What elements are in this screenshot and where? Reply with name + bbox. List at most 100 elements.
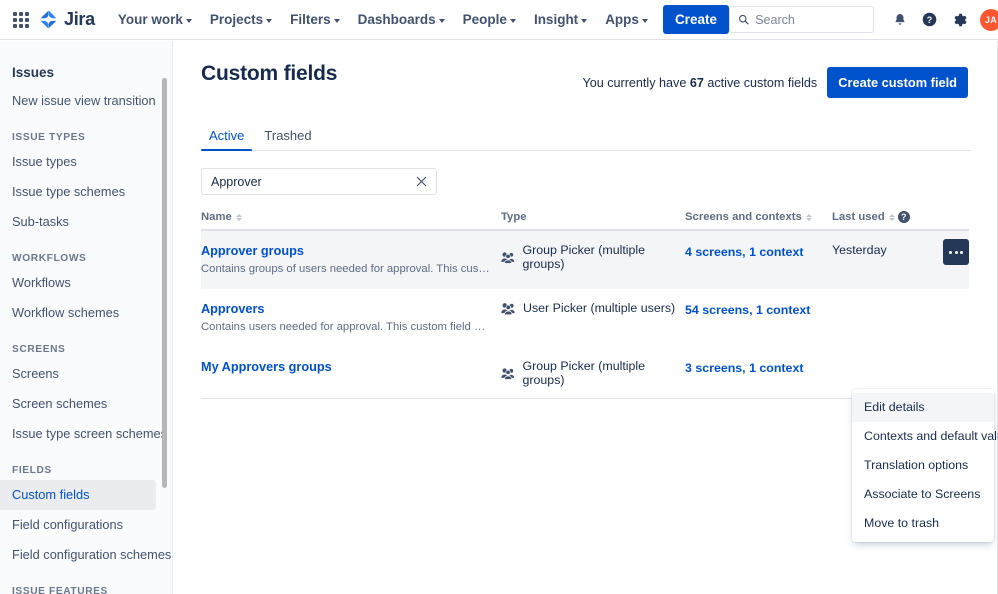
custom-field-link[interactable]: Approvers bbox=[201, 301, 264, 317]
sidebar-section-issue-types: ISSUE TYPES bbox=[12, 132, 86, 143]
chevron-down-icon bbox=[438, 18, 445, 23]
nav-item-filters[interactable]: Filters bbox=[281, 6, 349, 33]
nav-item-apps[interactable]: Apps bbox=[596, 6, 657, 33]
jira-home-link[interactable]: Jira bbox=[38, 9, 95, 30]
tab-active[interactable]: Active bbox=[201, 122, 253, 151]
group-picker-icon bbox=[501, 367, 515, 380]
sidebar-item-sub-tasks[interactable]: Sub-tasks bbox=[0, 207, 172, 237]
settings-button[interactable] bbox=[946, 6, 974, 34]
custom-fields-table: Name Type Screens and contexts Last used… bbox=[201, 211, 998, 542]
nav-label: Dashboards bbox=[357, 12, 436, 27]
app-switcher-button[interactable] bbox=[13, 6, 29, 34]
cell-name: Approvers Contains users needed for appr… bbox=[201, 300, 501, 335]
close-icon bbox=[416, 176, 426, 187]
top-navigation-bar: Jira Your work Projects Filters Dashboar… bbox=[0, 0, 998, 40]
notifications-icon bbox=[895, 13, 905, 25]
cell-last-used: Yesterday bbox=[832, 243, 887, 257]
type-label: Group Picker (multiple groups) bbox=[522, 359, 646, 387]
sidebar-section-workflows: WORKFLOWS bbox=[12, 253, 87, 264]
nav-item-dashboards[interactable]: Dashboards bbox=[349, 6, 454, 33]
column-header-screens-and-contexts[interactable]: Screens and contexts bbox=[685, 211, 832, 223]
chevron-down-icon bbox=[581, 18, 588, 23]
sidebar-item-field-configurations[interactable]: Field configurations bbox=[0, 510, 172, 540]
menu-item-associate-to-screens[interactable]: Associate to Screens bbox=[852, 480, 994, 509]
chevron-down-icon bbox=[641, 18, 648, 23]
custom-field-link[interactable]: Approver groups bbox=[201, 243, 304, 259]
sidebar-item-issue-type-schemes[interactable]: Issue type schemes bbox=[0, 177, 172, 207]
sidebar-item-issue-type-screen-schemes[interactable]: Issue type screen schemes bbox=[0, 419, 172, 449]
sidebar-item-workflows[interactable]: Workflows bbox=[0, 268, 172, 298]
sidebar-item-screens[interactable]: Screens bbox=[0, 359, 172, 389]
sidebar-scrollbar[interactable] bbox=[162, 78, 167, 488]
column-label: Last used bbox=[832, 211, 885, 223]
active-fields-count: You currently have 67 active custom fiel… bbox=[582, 76, 817, 90]
avatar[interactable]: JA bbox=[979, 8, 998, 31]
search-input[interactable] bbox=[755, 12, 865, 27]
cell-last-used bbox=[832, 300, 932, 301]
sidebar-item-screen-schemes[interactable]: Screen schemes bbox=[0, 389, 172, 419]
sidebar-item-custom-fields[interactable]: Custom fields bbox=[0, 480, 156, 510]
custom-fields-search-input[interactable] bbox=[211, 174, 414, 189]
count-prefix: You currently have bbox=[582, 75, 687, 90]
type-label: Group Picker (multiple groups) bbox=[522, 243, 646, 271]
custom-fields-search-box[interactable] bbox=[201, 168, 437, 195]
custom-field-link[interactable]: My Approvers groups bbox=[201, 359, 332, 375]
menu-item-translation-options[interactable]: Translation options bbox=[852, 451, 994, 480]
page-title: Custom fields bbox=[201, 62, 338, 85]
menu-item-contexts-and-default-value[interactable]: Contexts and default value bbox=[852, 422, 998, 451]
clear-search-button[interactable] bbox=[414, 175, 428, 189]
nav-label: Your work bbox=[117, 12, 183, 27]
chevron-down-icon bbox=[509, 18, 516, 23]
count-suffix: active custom fields bbox=[707, 75, 818, 90]
sort-indicator-icon bbox=[805, 213, 812, 221]
jira-logo-text: Jira bbox=[64, 9, 95, 29]
tab-bar: Active Trashed bbox=[201, 121, 971, 151]
jira-logo-icon bbox=[40, 10, 57, 29]
sidebar-item-field-configuration-schemes[interactable]: Field configuration schemes bbox=[0, 540, 172, 570]
nav-item-people[interactable]: People bbox=[454, 6, 525, 33]
nav-item-your-work[interactable]: Your work bbox=[109, 6, 201, 33]
grid-icon bbox=[13, 11, 29, 28]
sidebar-item-issue-types[interactable]: Issue types bbox=[0, 147, 172, 177]
screens-contexts-link[interactable]: 54 screens, 1 context bbox=[685, 303, 810, 317]
cell-screens-and-contexts: 54 screens, 1 context bbox=[685, 300, 832, 319]
page-header: Custom fields You currently have 67 acti… bbox=[174, 41, 998, 98]
nav-item-projects[interactable]: Projects bbox=[201, 6, 281, 33]
chevron-down-icon bbox=[266, 18, 273, 23]
global-search-box[interactable] bbox=[728, 6, 874, 33]
menu-item-edit-details[interactable]: Edit details bbox=[852, 393, 994, 422]
create-button[interactable]: Create bbox=[662, 5, 729, 34]
column-label: Name bbox=[201, 211, 232, 223]
cell-screens-and-contexts: 3 screens, 1 context bbox=[685, 358, 832, 377]
table-row[interactable]: Approver groups Contains groups of users… bbox=[201, 231, 969, 289]
custom-field-description: Contains groups of users needed for appr… bbox=[201, 263, 491, 275]
cell-name: Approver groups Contains groups of users… bbox=[201, 242, 501, 277]
screens-contexts-link[interactable]: 3 screens, 1 context bbox=[685, 361, 803, 375]
cell-type: User Picker (multiple users) bbox=[501, 300, 685, 315]
type-label: User Picker (multiple users) bbox=[523, 301, 676, 315]
create-custom-field-button[interactable]: Create custom field bbox=[827, 67, 968, 98]
notifications-button[interactable] bbox=[886, 6, 914, 34]
sidebar-item-new-issue-view-transition[interactable]: New issue view transition bbox=[0, 86, 172, 116]
cell-type: Group Picker (multiple groups) bbox=[501, 242, 685, 271]
nav-item-insight[interactable]: Insight bbox=[525, 6, 596, 33]
tab-trashed[interactable]: Trashed bbox=[256, 122, 319, 151]
cell-screens-and-contexts: 4 screens, 1 context bbox=[685, 242, 832, 261]
sidebar-section-screens: SCREENS bbox=[12, 344, 66, 355]
column-header-type: Type bbox=[501, 211, 685, 223]
info-icon[interactable]: ? bbox=[897, 211, 910, 223]
sidebar: Issues New issue view transition ISSUE T… bbox=[0, 41, 173, 594]
column-header-name[interactable]: Name bbox=[201, 211, 501, 223]
table-row[interactable]: Approvers Contains users needed for appr… bbox=[201, 289, 969, 347]
screens-contexts-link[interactable]: 4 screens, 1 context bbox=[685, 245, 803, 259]
help-button[interactable]: ? bbox=[916, 6, 944, 34]
more-options-button[interactable] bbox=[943, 239, 969, 265]
sidebar-item-workflow-schemes[interactable]: Workflow schemes bbox=[0, 298, 172, 328]
menu-item-move-to-trash[interactable]: Move to trash bbox=[852, 509, 994, 538]
column-header-last-used[interactable]: Last used ? bbox=[832, 211, 969, 223]
sidebar-section-fields: FIELDS bbox=[12, 465, 52, 476]
more-options-icon bbox=[960, 250, 963, 254]
column-label: Screens and contexts bbox=[685, 211, 802, 223]
filter-row bbox=[174, 151, 998, 195]
cell-type: Group Picker (multiple groups) bbox=[501, 358, 685, 387]
